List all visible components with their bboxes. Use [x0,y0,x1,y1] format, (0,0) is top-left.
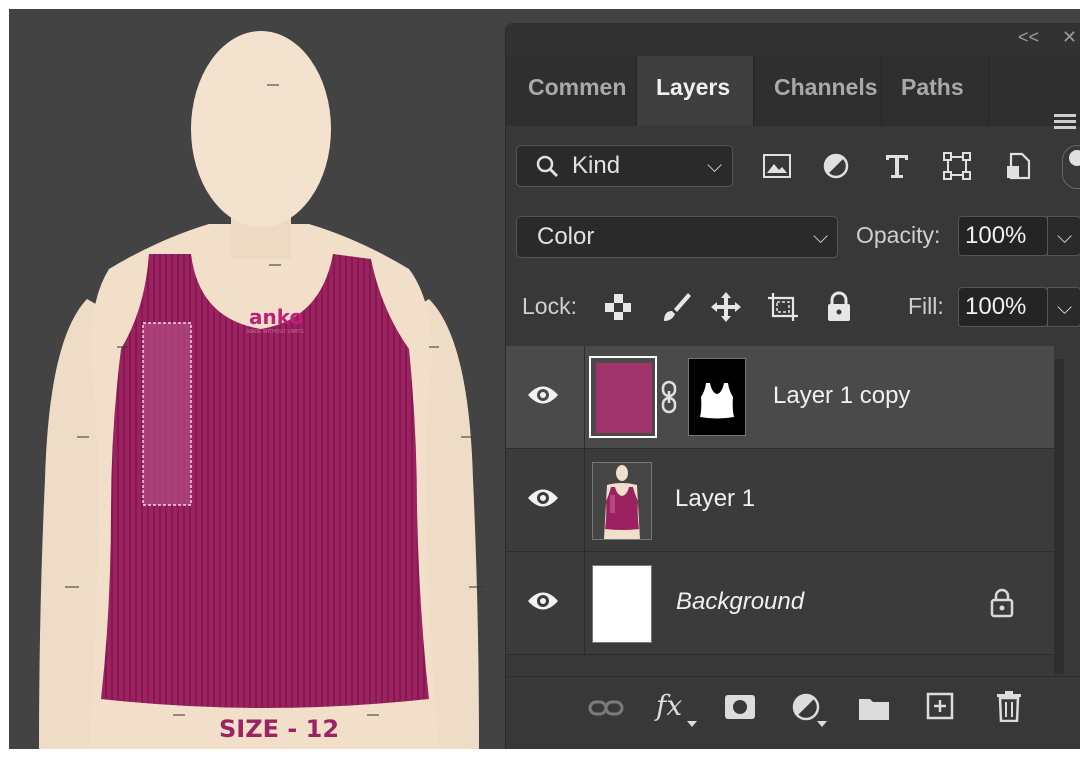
panel-titlebar: << ✕ [506,23,1080,56]
trash-icon[interactable] [996,690,1022,722]
new-layer-icon[interactable] [926,692,954,720]
photoshop-window: anko MADE WITHOUT LIMITS SIZE - 12 << ✕ … [9,9,1080,749]
lock-position-icon[interactable] [710,291,742,323]
triangle-down-icon [687,721,697,727]
layer-name[interactable]: Layer 1 [675,485,755,513]
blend-mode-dropdown[interactable]: Color ⌵ [516,216,838,258]
eye-visibility-icon[interactable] [527,590,559,612]
opacity-dropdown-button[interactable]: ⌵ [1047,216,1080,256]
fill-input[interactable]: 100% [958,287,1048,327]
layers-bottom-toolbar: fx [506,676,1080,737]
fx-icon[interactable]: fx [656,689,682,722]
mannequin-illustration [39,31,483,749]
chevron-down-icon: ⌵ [1057,226,1073,248]
adjustment-layer-filter-icon[interactable] [823,153,849,179]
mannequin-thumbnail-image [593,463,651,539]
search-icon [536,155,559,178]
selection-fill [143,323,191,505]
chevron-down-icon: ⌵ [707,155,723,177]
lock-icon [990,588,1014,618]
lock-all-icon[interactable] [826,291,852,323]
eye-visibility-icon[interactable] [527,487,559,509]
add-mask-icon[interactable] [724,694,756,720]
document-canvas[interactable]: anko MADE WITHOUT LIMITS SIZE - 12 [9,9,507,749]
type-layer-filter-icon[interactable] [884,153,910,179]
lock-artboard-icon[interactable] [766,291,800,323]
filter-kind-dropdown[interactable]: Kind ⌵ [516,145,733,187]
opacity-input[interactable]: 100% [958,216,1048,256]
layer-name[interactable]: Layer 1 copy [773,382,910,410]
opacity-label: Opacity: [856,222,941,248]
filter-kind-label: Kind [572,152,621,179]
brand-tagline: MADE WITHOUT LIMITS [247,329,304,335]
lock-image-pixels-icon[interactable] [660,291,692,323]
tab-comments[interactable]: Commen [528,56,633,126]
triangle-down-icon [817,721,827,727]
size-label: SIZE - 12 [219,715,340,743]
panel-menu-icon[interactable] [1054,114,1076,132]
tank-top-mask-shape [700,383,734,419]
tab-paths[interactable]: Paths [901,56,985,126]
layers-panel: << ✕ Commen Layers Channels Paths Kind ⌵ [505,23,1080,749]
lock-transparent-pixels-icon[interactable] [604,293,632,321]
head [191,31,331,227]
filter-toggle-switch[interactable] [1062,145,1080,189]
fill-label: Fill: [908,293,944,319]
chevron-down-icon: ⌵ [813,226,829,248]
layer-name[interactable]: Background [676,588,804,616]
smart-object-filter-icon[interactable] [1005,152,1031,180]
eye-visibility-icon[interactable] [527,384,559,406]
layer-row-layer-1-copy[interactable]: Layer 1 copy [506,346,1054,449]
close-panel-button[interactable]: ✕ [1062,27,1077,48]
lock-label: Lock: [522,293,577,319]
collapse-panel-button[interactable]: << [1018,27,1039,48]
layer-mask-link-icon[interactable] [660,380,678,414]
panel-tabs: Commen Layers Channels Paths [506,56,1080,129]
tab-layers[interactable]: Layers [637,56,753,126]
pixel-layer-filter-icon[interactable] [763,154,791,178]
folder-icon[interactable] [858,695,890,721]
layers-scrollbar[interactable] [1054,359,1064,674]
fill-dropdown-button[interactable]: ⌵ [1047,287,1080,327]
layer-row-layer-1[interactable]: Layer 1 [506,449,1054,552]
layer-thumbnail [592,565,652,643]
chevron-down-icon: ⌵ [1057,297,1073,319]
blend-mode-value: Color [537,223,595,250]
brand-logo: anko [249,305,304,329]
layer-thumbnail [592,462,652,540]
tab-channels[interactable]: Channels [774,56,880,126]
layer-mask-thumbnail[interactable] [688,358,746,436]
link-layers-icon[interactable] [588,699,624,717]
shape-layer-filter-icon[interactable] [943,152,971,180]
layer-row-background[interactable]: Background [506,552,1054,655]
layer-thumbnail [596,363,652,433]
adjustment-layer-icon[interactable] [792,693,820,721]
